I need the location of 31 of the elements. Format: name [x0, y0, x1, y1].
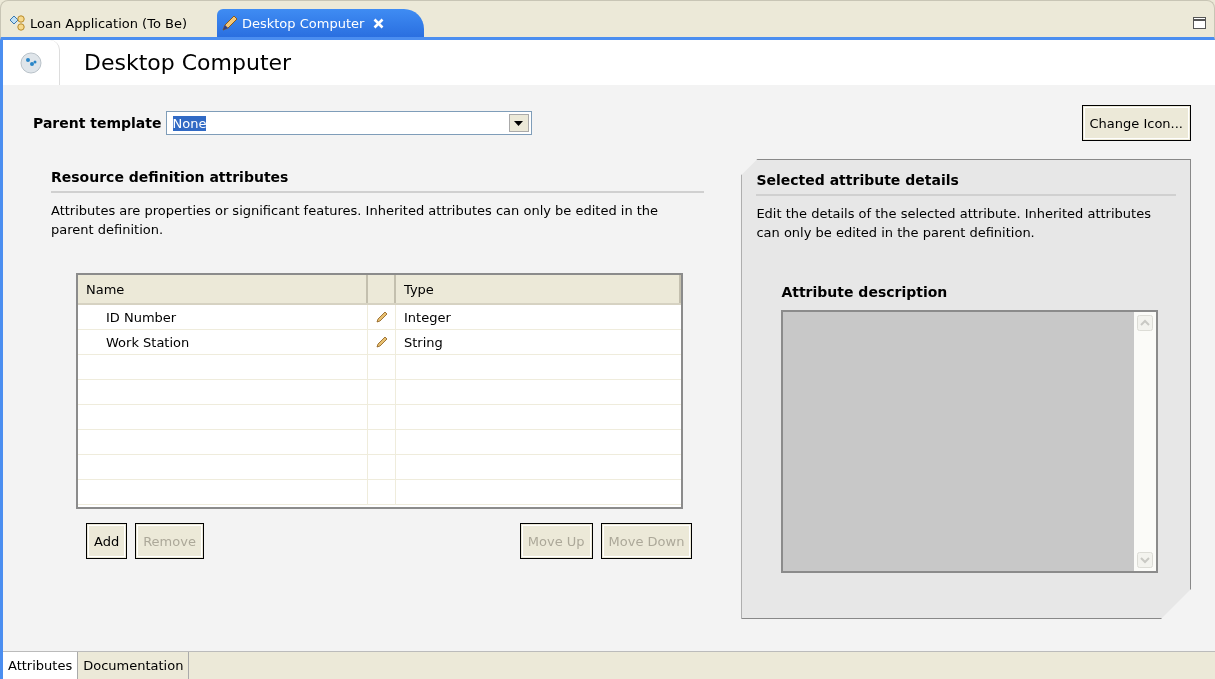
section-title: Resource definition attributes [51, 168, 290, 185]
dropdown-arrow-icon [514, 120, 523, 126]
parent-template-dropdown[interactable]: None [165, 111, 532, 135]
pencil-icon [220, 14, 239, 32]
column-header[interactable]: Type [396, 275, 681, 303]
section-title: Selected attribute details [756, 171, 960, 188]
editor-tab[interactable]: Loan Application (To Be) [5, 9, 217, 37]
resource-icon [18, 49, 44, 76]
dropdown-value: None [172, 115, 207, 131]
table-cell: Work Station [106, 334, 190, 350]
page-tab[interactable]: Documentation [78, 652, 190, 679]
page-tab[interactable]: Attributes [3, 652, 79, 679]
editor-tab[interactable]: Desktop Computer [216, 9, 425, 37]
table-cell: Integer [404, 309, 451, 325]
table-cell: String [404, 334, 443, 350]
section-description: Attributes are properties or significant features. Inherited attributes can only be edited in the parent definition. [51, 202, 660, 239]
editor-title: Desktop Computer [84, 50, 292, 75]
column-header[interactable]: Name [78, 275, 368, 303]
maximize-icon[interactable] [1193, 17, 1206, 29]
close-icon[interactable] [373, 17, 385, 29]
action-button[interactable]: Add [86, 523, 128, 559]
pencil-icon [375, 336, 388, 348]
process-icon [9, 14, 27, 32]
table-cell: ID Number [106, 309, 177, 325]
section-description: Edit the details of the selected attribute. Inherited attributes can only be edited in the parent definition. [756, 205, 1152, 242]
parent-template-label: Parent template [33, 115, 162, 131]
pencil-icon [375, 311, 388, 323]
change-icon-button[interactable]: Change Icon... [1081, 105, 1191, 141]
tab-label: Loan Application (To Be) [30, 15, 187, 31]
tab-label: Desktop Computer [241, 15, 365, 31]
field-label: Attribute description [781, 284, 949, 300]
